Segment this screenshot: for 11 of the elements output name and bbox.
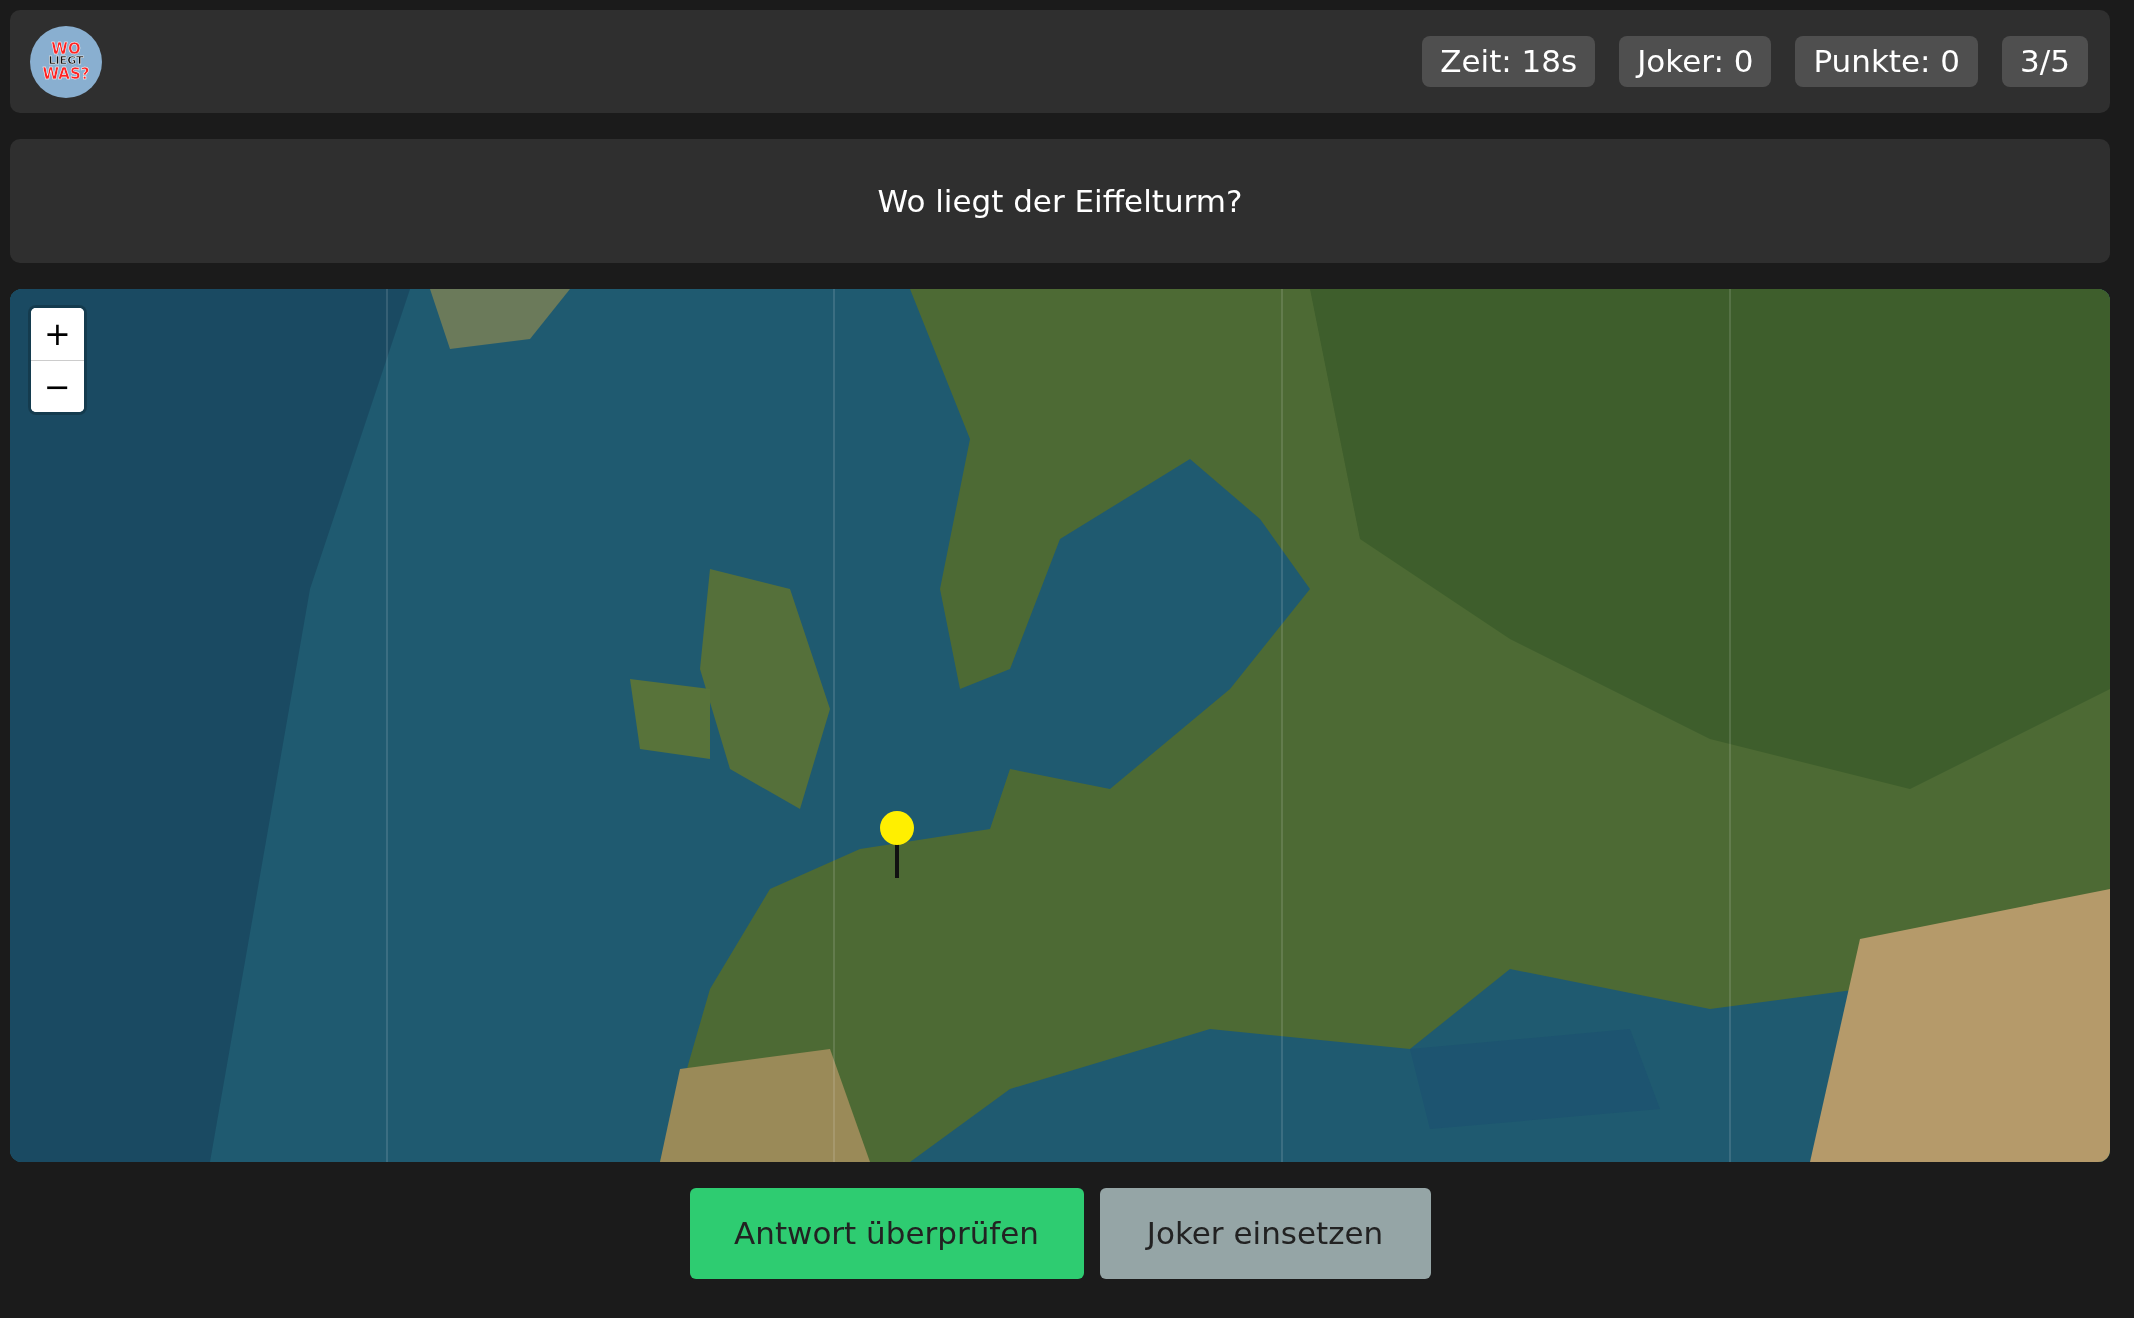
zoom-out-button[interactable]: − bbox=[31, 360, 84, 412]
satellite-map[interactable]: + − bbox=[10, 289, 2110, 1162]
question-text: Wo liegt der Eiffelturm? bbox=[877, 181, 1243, 221]
stat-label: Zeit: 18s bbox=[1422, 36, 1596, 87]
logo: WO LIEGT WAS? bbox=[30, 25, 102, 98]
stat-label: Punkte: 0 bbox=[1795, 36, 1979, 87]
stat-label: 3/5 bbox=[2002, 36, 2088, 87]
stat-label: Joker: 0 bbox=[1619, 36, 1772, 87]
check-answer-button[interactable]: Antwort überprüfen bbox=[689, 1188, 1084, 1279]
joker-button[interactable]: Joker einsetzen bbox=[1099, 1188, 1431, 1279]
map-pin-icon[interactable] bbox=[878, 810, 916, 880]
